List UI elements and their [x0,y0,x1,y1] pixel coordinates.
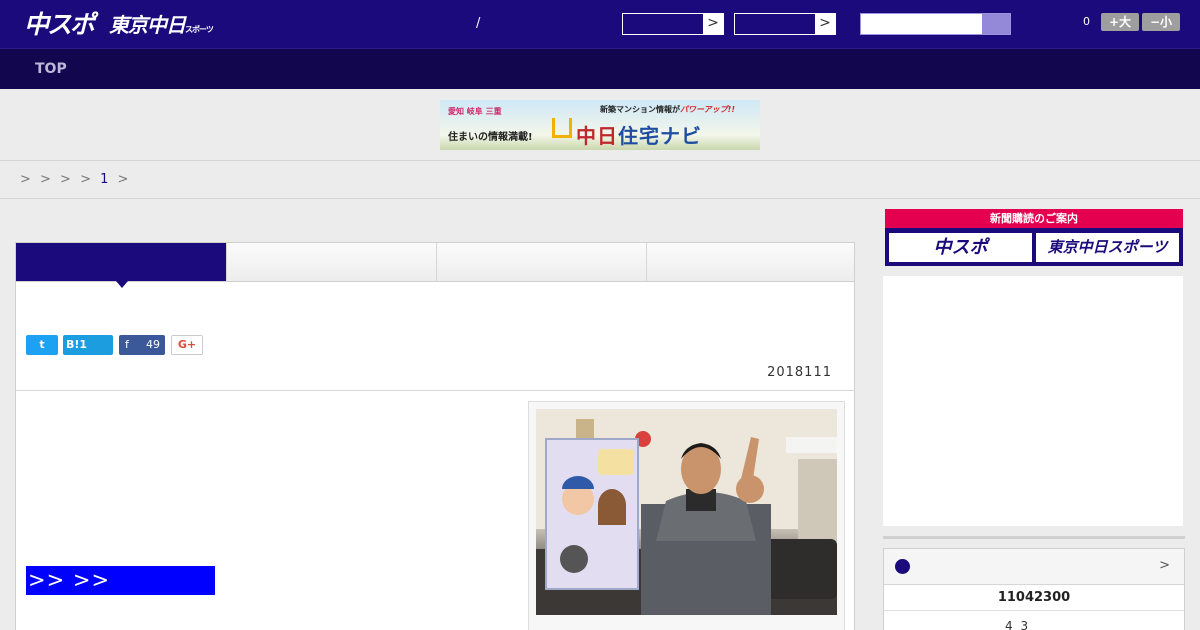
chevron-right-icon: > [703,14,723,34]
breadcrumb: > > > > 1 > [20,172,128,187]
tab-1[interactable] [16,243,226,288]
related-article-link[interactable]: >> >> [26,566,215,595]
font-smaller-button[interactable]: −小 [1142,13,1180,31]
subscription-banner[interactable]: 新聞購読のご案内 中スポ 東京中日スポーツ [885,209,1183,266]
banner-headline: 新築マンション情報がパワーアップ!! [600,105,735,114]
twitter-share-button[interactable]: t [26,335,58,355]
chevron-right-icon: > [815,14,835,34]
facebook-share-button[interactable]: f 49 [119,335,165,355]
subscribe-chuspo-button[interactable]: 中スポ [889,233,1032,262]
banner-brand: 中日住宅ナビ [576,124,702,148]
divider [16,390,854,391]
article-date: 2018111 [767,365,832,380]
tab-4[interactable] [646,243,854,281]
tab-2[interactable] [226,243,436,281]
photo-illustration [536,409,837,615]
facebook-icon: f [125,338,129,351]
region-select[interactable]: > [734,13,836,35]
nav-item-top[interactable]: TOP [35,61,67,77]
divider [0,160,1200,161]
site-logo[interactable]: 中スポ 東京中日スポーツ [24,8,214,39]
breadcrumb-arrows: > > > > [20,172,91,187]
global-nav: TOP [0,48,1200,89]
breadcrumb-tail: > [117,172,129,187]
score-widget: > 11042300 4 3 [883,548,1185,630]
subscribe-tokyo-chunichi-button[interactable]: 東京中日スポーツ [1036,233,1179,262]
tab-3[interactable] [436,243,646,281]
house-icon [552,118,572,138]
subscription-title: 新聞購読のご案内 [885,209,1183,228]
baseball-icon [895,559,910,574]
score-widget-header[interactable]: > [884,549,1184,585]
banner-tagline: 住まいの情報満載! [448,132,533,143]
facebook-count: 49 [146,338,160,351]
housing-ad-banner[interactable]: 愛知 岐阜 三重 住まいの情報満載! 新築マンション情報がパワーアップ!! 中日… [440,100,760,150]
google-plus-button[interactable]: G+ [171,335,203,355]
article-tabs [16,243,854,288]
search-input[interactable] [860,13,1011,35]
sidebar-ad[interactable] [883,276,1183,526]
logo-chuspo: 中スポ [24,10,95,39]
category-select[interactable]: > [622,13,724,35]
divider [884,610,1184,611]
hatena-bookmark-button[interactable]: B!1 [63,335,113,355]
breadcrumb-page[interactable]: 1 [100,172,108,187]
divider [0,198,1200,199]
header-separator: / [476,16,481,31]
article-photo-frame [528,401,845,630]
score-sub: 4 3 [1005,619,1029,630]
score-more-link[interactable]: > [1159,558,1170,573]
search-button[interactable] [982,14,1010,34]
notification-count: 0 [1083,15,1090,28]
font-larger-button[interactable]: +大 [1101,13,1139,31]
banner-tags: 愛知 岐阜 三重 [448,107,502,116]
article-photo[interactable] [536,409,837,615]
twitter-icon: t [39,338,45,351]
logo-tokyo-chunichi: 東京中日スポーツ [109,12,214,37]
article-panel: t B!1 f 49 G+ 2018111 >> >> [15,242,855,630]
site-header: 中スポ 東京中日スポーツ / > > 0 +大 −小 [0,0,1200,48]
divider [883,536,1185,539]
score-line[interactable]: 11042300 [884,590,1184,605]
